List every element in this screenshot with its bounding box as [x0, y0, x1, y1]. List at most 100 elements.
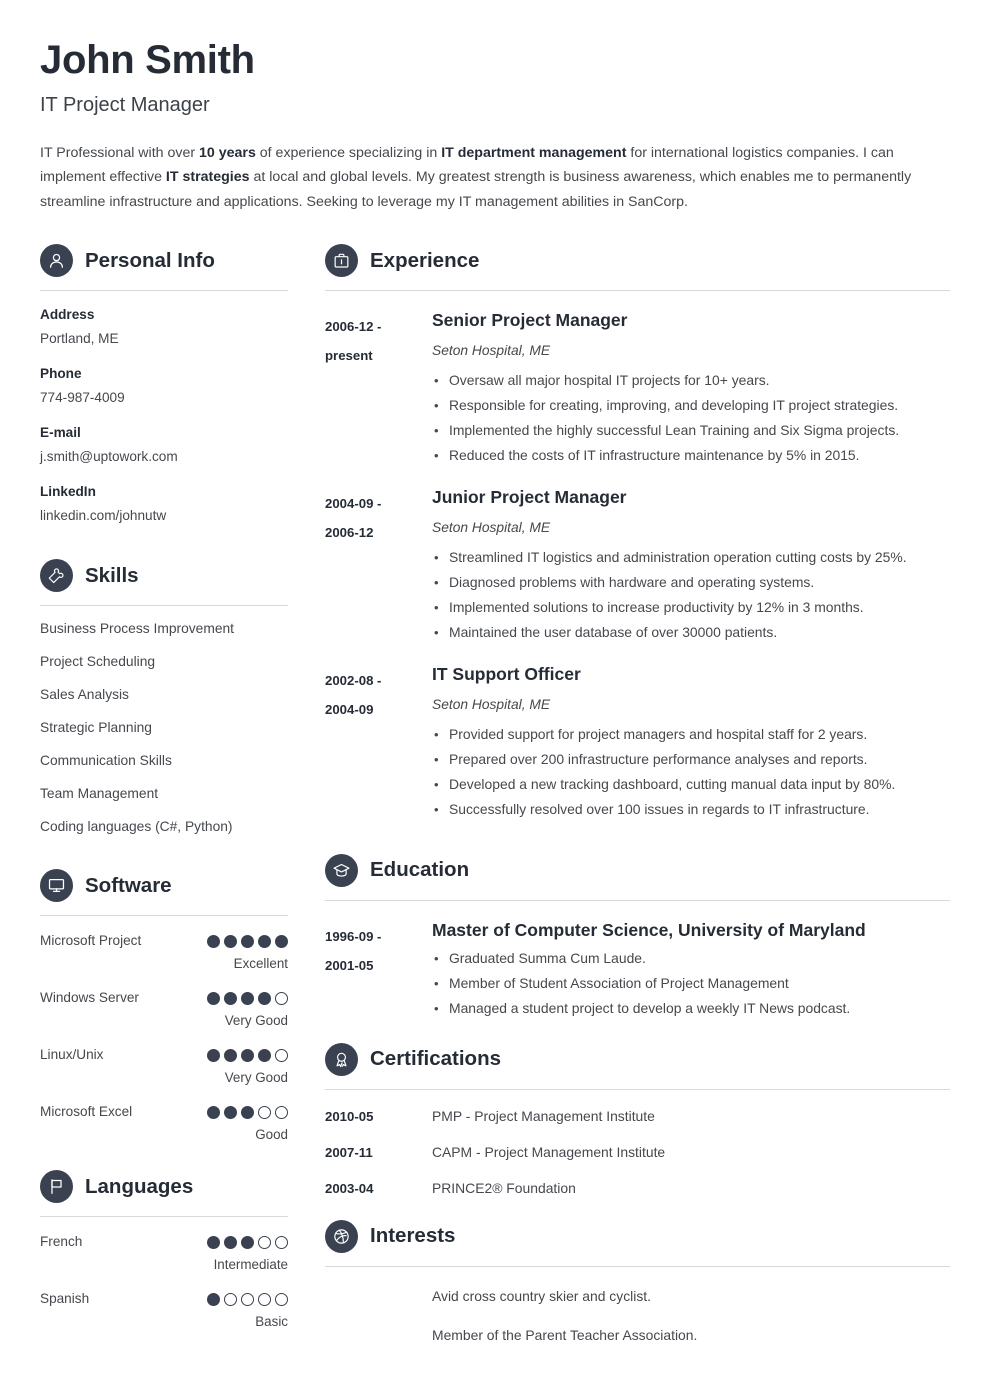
- rating-dot-empty: [258, 1105, 271, 1119]
- section-title: Education: [370, 857, 470, 881]
- personal-info-item: Address Portland, ME: [40, 305, 288, 350]
- rating-dot-filled: [224, 1048, 237, 1062]
- section-title: Languages: [85, 1174, 194, 1198]
- rating-dot-filled: [258, 934, 271, 948]
- interest-row: Member of the Parent Teacher Association…: [325, 1326, 950, 1345]
- rating-dot-filled: [224, 1235, 237, 1249]
- section-experience: Experience 2006-12 - present Senior Projec…: [325, 240, 950, 822]
- rating-dot-filled: [258, 1048, 271, 1062]
- rating-dots: [207, 991, 288, 1005]
- divider: [40, 1216, 288, 1218]
- list-item: Oversaw all major hospital IT projects f…: [432, 368, 950, 393]
- certification-name: PRINCE2® Foundation: [432, 1179, 576, 1196]
- rating-row-top: Windows Server: [40, 989, 288, 1007]
- certification-name: PMP - Project Management Institute: [432, 1107, 655, 1124]
- list-item: Implemented the highly successful Lean T…: [432, 418, 950, 443]
- graduation-cap-icon: [325, 853, 358, 887]
- rating-dot-filled: [241, 991, 254, 1005]
- skill-item: Business Process Improvement: [40, 621, 234, 637]
- rating-row-top: Spanish: [40, 1290, 288, 1308]
- certification-row: 2003-04 PRINCE2® Foundation: [325, 1179, 950, 1198]
- section-title: Personal Info: [85, 248, 215, 272]
- personal-info-label: E-mail: [40, 425, 81, 441]
- rating-dot-empty: [224, 1292, 237, 1306]
- entry-bullet-list: Oversaw all major hospital IT projects f…: [432, 368, 950, 468]
- language-rating-item: Spanish Basic: [40, 1290, 288, 1331]
- rating-name: Linux/Unix: [40, 1047, 104, 1063]
- interest-spacer: [325, 1287, 432, 1306]
- list-item: Implemented solutions to increase produc…: [432, 595, 950, 620]
- sidebar-column: Personal Info Address Portland, ME Phone 77…: [40, 240, 288, 1331]
- section-header: Personal Info: [40, 240, 288, 278]
- briefcase-icon: [325, 244, 358, 278]
- rating-label: Very Good: [224, 1070, 288, 1086]
- section-languages: Languages French Intermediate Spanish Basic: [40, 1166, 288, 1331]
- software-rating-item: Microsoft Project Excellent: [40, 932, 288, 973]
- divider: [325, 290, 950, 292]
- interests-list: Avid cross country skier and cyclist. Mem…: [325, 1287, 950, 1345]
- personal-info-value: j.smith@uptowork.com: [40, 449, 178, 465]
- divider: [40, 605, 288, 607]
- entry-bullet-list: Graduated Summa Cum Laude.Member of Stud…: [432, 946, 950, 1021]
- entry-title: Senior Project Manager: [432, 310, 628, 331]
- list-item: Managed a student project to develop a w…: [432, 996, 950, 1021]
- section-header: Certifications: [325, 1039, 950, 1076]
- section-header: Software: [40, 865, 288, 903]
- flag-icon: [40, 1170, 73, 1204]
- experience-entries: 2006-12 - present Senior Project Manager Se…: [325, 310, 950, 821]
- rating-name: Microsoft Excel: [40, 1104, 133, 1120]
- resume-page: John Smith IT Project Manager IT Profess…: [0, 0, 990, 1400]
- personal-info-label: LinkedIn: [40, 484, 96, 500]
- certification-name: CAPM - Project Management Institute: [432, 1143, 666, 1160]
- personal-info-label: Phone: [40, 366, 82, 382]
- personal-info-item: E-mail j.smith@uptowork.com: [40, 423, 288, 468]
- entry-subtitle: Seton Hospital, ME: [432, 519, 551, 535]
- rating-label: Intermediate: [213, 1257, 288, 1273]
- personal-info-fields: Address Portland, ME Phone 774-987-4009 E-ma…: [40, 305, 288, 527]
- timeline-entry: 2002-08 -2004-09 IT Support Officer Seton …: [325, 664, 950, 822]
- entry-bullet-list: Streamlined IT logistics and administrat…: [432, 545, 950, 645]
- monitor-icon: [40, 869, 73, 903]
- skill-item: Project Scheduling: [40, 654, 156, 670]
- rating-row-top: Microsoft Project: [40, 932, 288, 950]
- section-interests: Interests Avid cross country skier and c…: [325, 1216, 950, 1345]
- skill-item: Strategic Planning: [40, 720, 152, 736]
- list-item: Prepared over 200 infrastructure perform…: [432, 747, 950, 772]
- list-item: Provided support for project managers an…: [432, 722, 950, 747]
- interest-spacer: [325, 1326, 432, 1345]
- software-ratings-list: Microsoft Project Excellent Windows Server…: [40, 932, 288, 1144]
- rating-dot-empty: [241, 1292, 254, 1306]
- entry-title: Master of Computer Science, University o…: [432, 919, 866, 940]
- rating-row-top: Linux/Unix: [40, 1046, 288, 1064]
- rating-dot-empty: [258, 1235, 271, 1249]
- section-title: Experience: [370, 248, 480, 272]
- entry-subtitle: Seton Hospital, ME: [432, 696, 551, 712]
- list-item: Responsible for creating, improving, and…: [432, 393, 950, 418]
- section-header: Experience: [325, 240, 950, 278]
- puzzle-piece-icon: [40, 559, 73, 593]
- personal-info-item: Phone 774-987-4009: [40, 364, 288, 409]
- rating-dot-filled: [275, 934, 288, 948]
- rating-dots: [207, 934, 288, 948]
- section-certifications: Certifications 2010-05 PMP - Project Mana…: [325, 1039, 950, 1198]
- rating-name: Microsoft Project: [40, 933, 142, 949]
- certification-row: 2010-05 PMP - Project Management Institut…: [325, 1107, 950, 1126]
- rating-name: Windows Server: [40, 990, 139, 1006]
- rating-dot-filled: [207, 1292, 220, 1306]
- certification-date: 2007-11: [325, 1144, 373, 1160]
- job-title: IT Project Manager: [40, 93, 210, 116]
- timeline-entry: 1996-09 -2001-05 Master of Computer Scien…: [325, 920, 950, 1021]
- timeline-entry: 2006-12 - present Senior Project Manager Se…: [325, 310, 950, 468]
- section-title: Skills: [85, 563, 139, 587]
- page-title: John Smith: [40, 38, 255, 82]
- rating-dot-filled: [207, 934, 220, 948]
- section-personal-info: Personal Info Address Portland, ME Phone 77…: [40, 240, 288, 527]
- section-title: Interests: [370, 1223, 456, 1247]
- rating-dot-filled: [207, 1235, 220, 1249]
- rating-dot-empty: [275, 1292, 288, 1306]
- section-header: Interests: [325, 1216, 950, 1253]
- section-header: Languages: [40, 1166, 288, 1204]
- user-icon: [40, 244, 73, 278]
- rating-dots: [207, 1048, 288, 1062]
- rating-dot-filled: [224, 934, 237, 948]
